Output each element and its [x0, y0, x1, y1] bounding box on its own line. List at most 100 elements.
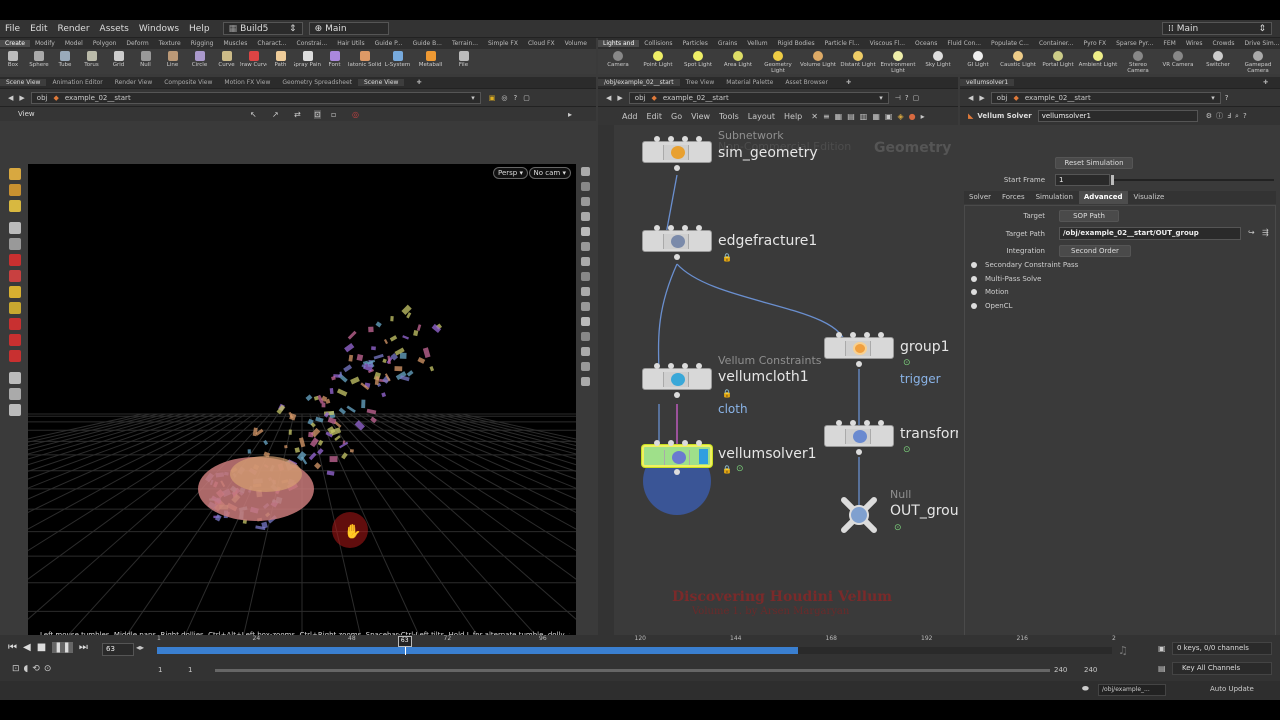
input-connector[interactable]: [682, 363, 688, 369]
input-connector[interactable]: [654, 136, 660, 142]
help-param-icon[interactable]: ?: [1243, 112, 1247, 120]
light-tool-12[interactable]: Ambient Light: [1078, 51, 1118, 68]
sim-geometry-name[interactable]: sim_geometry: [718, 145, 818, 161]
display-flag[interactable]: [699, 449, 708, 464]
search-icon[interactable]: ⌕: [1235, 112, 1239, 121]
key-channels-icon[interactable]: ▤: [1158, 664, 1166, 673]
tool-flip-icon[interactable]: [9, 388, 21, 400]
input-connector[interactable]: [696, 363, 702, 369]
network-path-field[interactable]: obj ◆ example_02__start ▾: [628, 91, 889, 104]
timeline-frame-marker[interactable]: 63: [397, 636, 412, 647]
input-connector[interactable]: [836, 420, 842, 426]
viewport-3d[interactable]: ✋ Persp ▾ No cam ▾ Left mouse tumbles. M…: [28, 164, 576, 642]
render-icon[interactable]: ●: [909, 112, 916, 121]
shelf-tool-9[interactable]: Draw Curve: [240, 51, 267, 68]
viewer-tab-3[interactable]: Composite View: [158, 79, 218, 86]
light-tool-6[interactable]: Distant Light: [838, 51, 878, 68]
input-connector[interactable]: [682, 136, 688, 142]
wrench-icon[interactable]: ✕: [811, 112, 818, 121]
shelf-tool-4[interactable]: Grid: [105, 51, 132, 68]
link-icon[interactable]: ◎: [501, 94, 507, 102]
path-node[interactable]: example_02__start: [65, 94, 131, 102]
right-shelf-tab-8[interactable]: Oceans: [910, 40, 942, 47]
camera-vis-icon[interactable]: [580, 257, 590, 266]
right-shelf-tab-9[interactable]: Fluid Con...: [942, 40, 986, 47]
net-max-icon[interactable]: ▢: [913, 94, 920, 102]
right-shelf-tab-7[interactable]: Viscous Fl...: [865, 40, 910, 47]
right-shelf-tab-16[interactable]: Crowds: [1207, 40, 1239, 47]
right-shelf-tab-15[interactable]: Wires: [1181, 40, 1208, 47]
input-connector[interactable]: [878, 332, 884, 338]
right-shelf-tab-4[interactable]: Vellum: [742, 40, 772, 47]
range-slider[interactable]: [215, 669, 1050, 672]
clock-icon[interactable]: ⊙: [44, 664, 52, 674]
network-tab-1[interactable]: Tree View: [680, 79, 721, 86]
motion-toggle[interactable]: Motion: [971, 288, 1009, 296]
shelf-tool-14[interactable]: L-System: [381, 51, 414, 68]
tool-paint-icon[interactable]: [9, 270, 21, 282]
input-connector[interactable]: [668, 363, 674, 369]
output-connector[interactable]: [856, 361, 862, 367]
light-tool-15[interactable]: Switcher: [1198, 51, 1238, 68]
rotate-mode-icon[interactable]: ⇄: [294, 110, 301, 119]
lights-icon[interactable]: [580, 242, 590, 251]
light-tool-14[interactable]: VR Camera: [1158, 51, 1198, 68]
viewer-tab-6[interactable]: Scene View: [358, 79, 405, 86]
jump-end-icon[interactable]: ⏭: [79, 642, 88, 653]
shelf-tool-12[interactable]: Font: [321, 51, 348, 68]
menu-windows[interactable]: Windows: [134, 24, 184, 34]
shelf-tab-1[interactable]: Modify: [30, 40, 60, 47]
persp-button[interactable]: Persp ▾: [493, 167, 528, 179]
net-pin-icon[interactable]: ⊣: [895, 94, 901, 102]
input-connector[interactable]: [682, 225, 688, 231]
slider-handle[interactable]: [1111, 175, 1114, 185]
param-node-name-field[interactable]: vellumsolver1: [1037, 110, 1198, 122]
select-mode-icon[interactable]: ↖: [250, 110, 257, 119]
tool-magnet-icon[interactable]: [9, 254, 21, 266]
param-tab-vellumsolver[interactable]: vellumsolver1: [960, 79, 1015, 86]
stop-icon[interactable]: ■: [37, 642, 46, 653]
jump-start-icon[interactable]: ⏮: [8, 642, 17, 653]
loop-icon[interactable]: ⟲: [32, 664, 40, 674]
secondary-constraint-toggle[interactable]: Secondary Constraint Pass: [971, 261, 1078, 269]
node-group1[interactable]: [824, 337, 894, 359]
net-menu-help[interactable]: Help: [784, 112, 802, 121]
input-connector[interactable]: [864, 420, 870, 426]
pane-menu-icon[interactable]: ▸: [568, 110, 572, 119]
shelf-tab-11[interactable]: Guide P...: [370, 40, 408, 47]
outgroup-name[interactable]: OUT_group: [890, 503, 958, 519]
fx-icon[interactable]: Ⅎ: [1227, 112, 1231, 120]
menu-assets[interactable]: Assets: [95, 24, 134, 34]
light-tool-11[interactable]: Portal Light: [1038, 51, 1078, 68]
play-reverse-icon[interactable]: ◀: [23, 642, 31, 653]
tool-scale-icon[interactable]: [9, 302, 21, 314]
tool-arrow-icon[interactable]: [9, 222, 21, 234]
right-shelf-tab-12[interactable]: Pyro FX: [1078, 40, 1111, 47]
input-connector[interactable]: [864, 332, 870, 338]
step-back-icon[interactable]: ◂▸: [136, 643, 144, 652]
status-path[interactable]: /obj/example_...: [1098, 684, 1166, 696]
menu-file[interactable]: File: [0, 24, 25, 34]
end-frame-value[interactable]: 240: [1084, 666, 1097, 674]
tile-icon[interactable]: ▦: [835, 112, 843, 121]
vellumsolver-name[interactable]: vellumsolver1: [718, 446, 817, 462]
param-folder-tab-1[interactable]: Forces: [997, 191, 1031, 204]
net-menu-tools[interactable]: Tools: [719, 112, 739, 121]
param-path-node[interactable]: example_02__start: [1025, 94, 1091, 102]
network-tab-add-icon[interactable]: ✚: [840, 79, 857, 86]
tool-select-icon[interactable]: [9, 168, 21, 180]
output-connector[interactable]: [674, 254, 680, 260]
light-tool-5[interactable]: Volume Light: [798, 51, 838, 68]
input-connector[interactable]: [878, 420, 884, 426]
param-forward-icon[interactable]: ▶: [979, 94, 984, 102]
viewer-tab-0[interactable]: Scene View: [0, 79, 47, 86]
vellumcloth-name[interactable]: vellumcloth1: [718, 369, 809, 385]
input-connector[interactable]: [696, 225, 702, 231]
tool-pose-icon[interactable]: [9, 200, 21, 212]
shelf-tool-2[interactable]: Tube: [52, 51, 78, 68]
key-all-channels[interactable]: Key All Channels: [1172, 662, 1272, 675]
audio2-icon[interactable]: ◖: [24, 664, 29, 674]
list-icon[interactable]: ≡: [823, 112, 830, 121]
light-tool-16[interactable]: Gamepad Camera: [1238, 51, 1278, 74]
shelf-tab-16[interactable]: Volume: [560, 40, 592, 47]
